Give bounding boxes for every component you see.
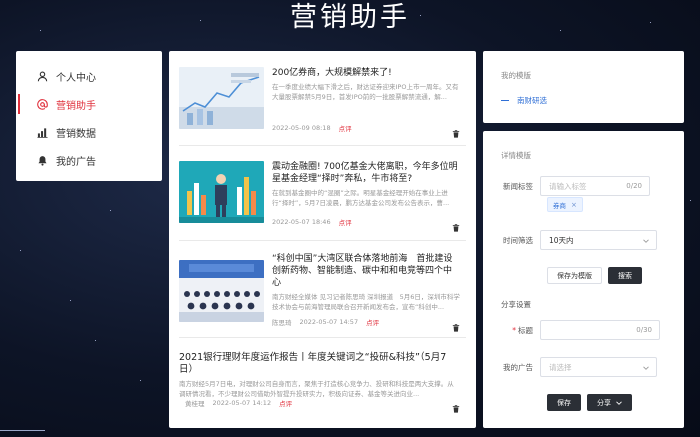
title-label: * 标题	[512, 325, 533, 335]
article-item[interactable]: 200亿券商，大规模解禁来了! 在一季度业绩大幅下滑之后，财达证券迎来IPO上市…	[179, 51, 466, 146]
article-title[interactable]: “科创中国”大湾区联合体落地前海 首批建设创新药物、智能制造、碳中和和电竞等四个…	[272, 253, 460, 289]
article-excerpt: 在一季度业绩大幅下滑之后，财达证券迎来IPO上市一周年。又有大量股票解禁5月9日…	[272, 83, 459, 101]
close-icon[interactable]: ×	[571, 201, 577, 209]
title-input[interactable]: 0/30	[540, 320, 660, 340]
detail-form-panel: 详情模版 新闻标签 请输入标签 0/20 券商 × 时间筛选 10天内 保存为模…	[483, 131, 684, 428]
tag-chip-label: 券商	[553, 201, 566, 210]
app-title: 营销助手	[290, 2, 410, 33]
ad-label: 我的广告	[503, 362, 533, 372]
keyword-placeholder: 请输入标签	[549, 181, 587, 191]
article-date: 2022-05-09 08:18	[272, 124, 331, 132]
sidebar-nav: 个人中心 营销助手 营销数据 我的广告	[16, 51, 162, 181]
save-as-template-button[interactable]: 保存为模版	[547, 267, 602, 284]
bar-chart-icon	[36, 126, 48, 138]
sidebar-item-label: 我的广告	[56, 156, 96, 168]
at-icon	[36, 98, 48, 110]
trash-icon[interactable]	[452, 123, 460, 138]
article-date: 2022-05-07 14:12	[212, 399, 272, 407]
article-date: 2022-05-07 14:57	[299, 318, 359, 326]
comment-link[interactable]: 点评	[279, 398, 292, 408]
keyword-row: 新闻标签 请输入标签 0/20	[483, 176, 684, 196]
time-label: 时间筛选	[503, 235, 533, 245]
ad-select-placeholder: 请选择	[549, 362, 572, 372]
sidebar-item-marketing-data[interactable]: 营销数据	[16, 118, 162, 146]
article-title[interactable]: 震动金融圈! 700亿基金大佬离职，今年多位明星基金经理“择时”奔私，牛市将至?	[272, 161, 460, 185]
article-meta: 黄桂理 2022-05-07 14:12 点评	[185, 398, 292, 408]
article-date: 2022-05-07 18:46	[272, 218, 331, 226]
time-row: 时间筛选 10天内	[483, 230, 684, 250]
article-feed: 200亿券商，大规模解禁来了! 在一季度业绩大幅下滑之后，财达证券迎来IPO上市…	[169, 51, 476, 428]
article-author: 黄桂理	[185, 400, 205, 408]
article-title[interactable]: 2021银行理财年度运作报告丨年度关键词之“投研&科技”（5月7日）	[179, 352, 460, 376]
article-author: 陈思琦	[272, 319, 292, 327]
search-button[interactable]: 搜索	[608, 267, 642, 284]
keyword-input[interactable]: 请输入标签 0/20	[540, 176, 650, 196]
chevron-down-icon	[643, 364, 649, 370]
tag-chip[interactable]: 券商 ×	[547, 197, 583, 212]
keyword-count: 0/20	[626, 182, 642, 190]
template-item[interactable]: 南财研选	[501, 95, 666, 106]
chevron-down-icon	[643, 237, 649, 243]
chevron-down-icon	[616, 400, 622, 406]
templates-panel: 我的模版 南财研选	[483, 51, 684, 123]
ad-row: 我的广告 请选择	[483, 357, 684, 377]
sidebar-item-personal-center[interactable]: 个人中心	[16, 62, 162, 90]
comment-link[interactable]: 点评	[366, 317, 379, 327]
time-select[interactable]: 10天内	[540, 230, 657, 250]
horizontal-scrollbar[interactable]	[0, 430, 45, 431]
sidebar-item-label: 个人中心	[56, 72, 96, 84]
template-item-label: 南财研选	[517, 96, 547, 105]
article-item[interactable]: 震动金融圈! 700亿基金大佬离职，今年多位明星基金经理“择时”奔私，牛市将至?…	[179, 146, 466, 241]
article-item[interactable]: 2021银行理财年度运作报告丨年度关键词之“投研&科技”（5月7日） 南方财经5…	[179, 338, 466, 428]
article-title[interactable]: 200亿券商，大规模解禁来了!	[272, 67, 460, 79]
article-thumbnail	[179, 161, 264, 223]
article-meta: 2022-05-09 08:18 点评	[272, 123, 352, 133]
ad-select[interactable]: 请选择	[540, 357, 657, 377]
sidebar-item-label: 营销数据	[56, 128, 96, 140]
article-meta: 2022-05-07 18:46 点评	[272, 217, 352, 227]
form-header: 详情模版	[501, 151, 531, 160]
bell-icon	[36, 154, 48, 166]
trash-icon[interactable]	[452, 217, 460, 232]
templates-header: 我的模版	[501, 71, 531, 80]
chips-row: 券商 ×	[483, 197, 684, 212]
trash-icon[interactable]	[452, 398, 460, 413]
article-excerpt: 南方财经全媒体 见习记者陈思琦 深圳报道 5月6日，深圳市科学技术协会与前海管理…	[272, 293, 460, 311]
title-row: * 标题 0/30	[483, 320, 684, 340]
save-button[interactable]: 保存	[547, 394, 581, 411]
share-button[interactable]: 分享	[587, 394, 632, 411]
action-row: 保存为模版 搜索	[483, 267, 684, 284]
trash-icon[interactable]	[452, 317, 460, 332]
comment-link[interactable]: 点评	[339, 217, 352, 227]
dash-icon	[501, 100, 509, 101]
keyword-label: 新闻标签	[503, 181, 533, 191]
user-icon	[36, 70, 48, 82]
sidebar-item-label: 营销助手	[56, 100, 96, 112]
article-thumbnail	[179, 260, 264, 322]
sidebar-item-my-ads[interactable]: 我的广告	[16, 146, 162, 174]
article-item[interactable]: “科创中国”大湾区联合体落地前海 首批建设创新药物、智能制造、碳中和和电竞等四个…	[179, 241, 466, 338]
submit-row: 保存 分享	[483, 394, 684, 411]
comment-link[interactable]: 点评	[339, 123, 352, 133]
article-thumbnail	[179, 67, 264, 129]
article-meta: 陈思琦 2022-05-07 14:57 点评	[272, 317, 379, 327]
share-button-label: 分享	[597, 398, 611, 407]
sidebar-item-marketing-assistant[interactable]: 营销助手	[16, 90, 162, 118]
title-count: 0/30	[636, 326, 652, 334]
time-select-value: 10天内	[549, 235, 574, 245]
share-section-label: 分享设置	[501, 300, 531, 309]
article-excerpt: 在就到基金圈中的“混圈”之际。明星基金经理开始在事业上进行“择时”，5月7日凌晨…	[272, 189, 450, 207]
